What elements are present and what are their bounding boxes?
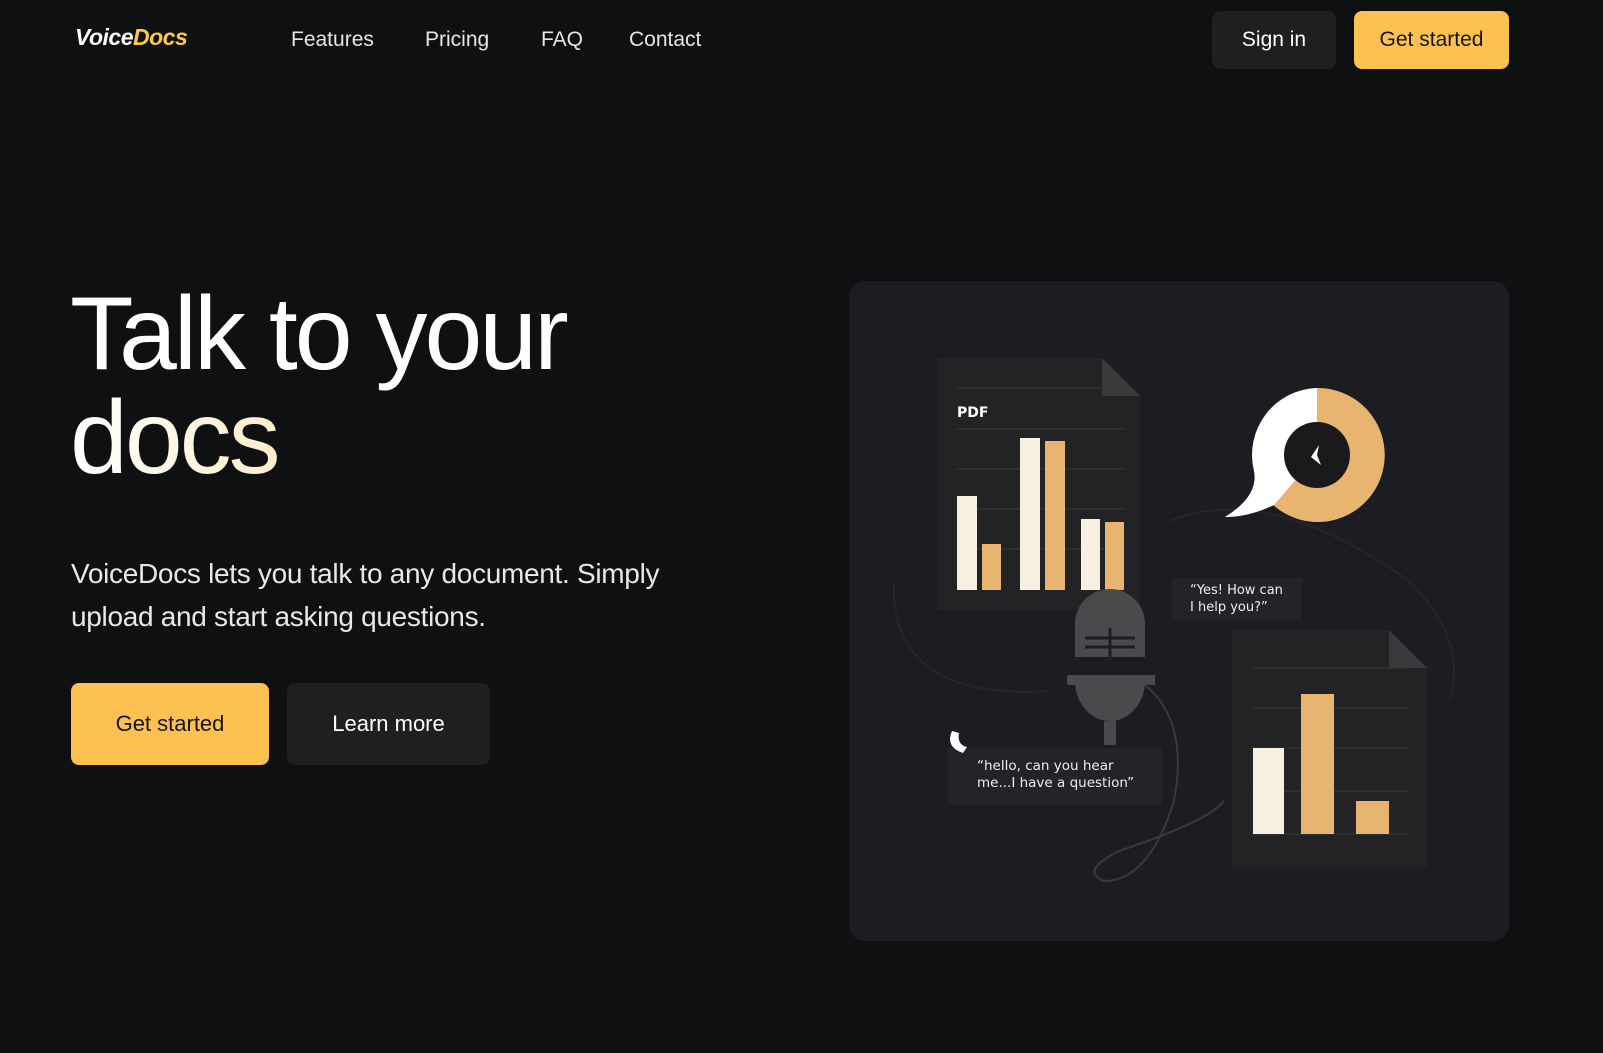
nav-contact[interactable]: Contact (629, 28, 701, 52)
learn-more-button[interactable]: Learn more (287, 683, 490, 765)
svg-text:“Yes! How can: “Yes! How can (1190, 583, 1283, 598)
chat-bubble-icon (1225, 387, 1385, 522)
logo[interactable]: VoiceDocs (75, 24, 188, 51)
document-chart-icon (1232, 630, 1427, 868)
hero-illustration: PDF “Yes! How can I help you?” “hello, c… (849, 281, 1509, 941)
svg-text:I help you?”: I help you?” (1190, 600, 1268, 615)
microphone-icon (1067, 589, 1225, 883)
sign-in-button[interactable]: Sign in (1212, 11, 1336, 69)
header-get-started-button[interactable]: Get started (1354, 11, 1509, 69)
pdf-label: PDF (957, 405, 988, 421)
hero-title: Talk to your docs (70, 276, 569, 496)
nav-features[interactable]: Features (291, 28, 374, 52)
reply-bubble: “Yes! How can I help you?” (1172, 578, 1302, 620)
get-started-button[interactable]: Get started (71, 683, 269, 765)
question-bubble: “hello, can you hear me...I have a quest… (948, 731, 1162, 805)
nav-faq[interactable]: FAQ (541, 28, 583, 52)
svg-text:me...I have a question”: me...I have a question” (977, 775, 1134, 791)
svg-text:“hello, can you hear: “hello, can you hear (977, 758, 1114, 774)
pdf-document-icon: PDF (937, 358, 1140, 610)
hero-subtitle: VoiceDocs lets you talk to any document.… (71, 558, 660, 632)
nav-pricing[interactable]: Pricing (425, 28, 489, 52)
